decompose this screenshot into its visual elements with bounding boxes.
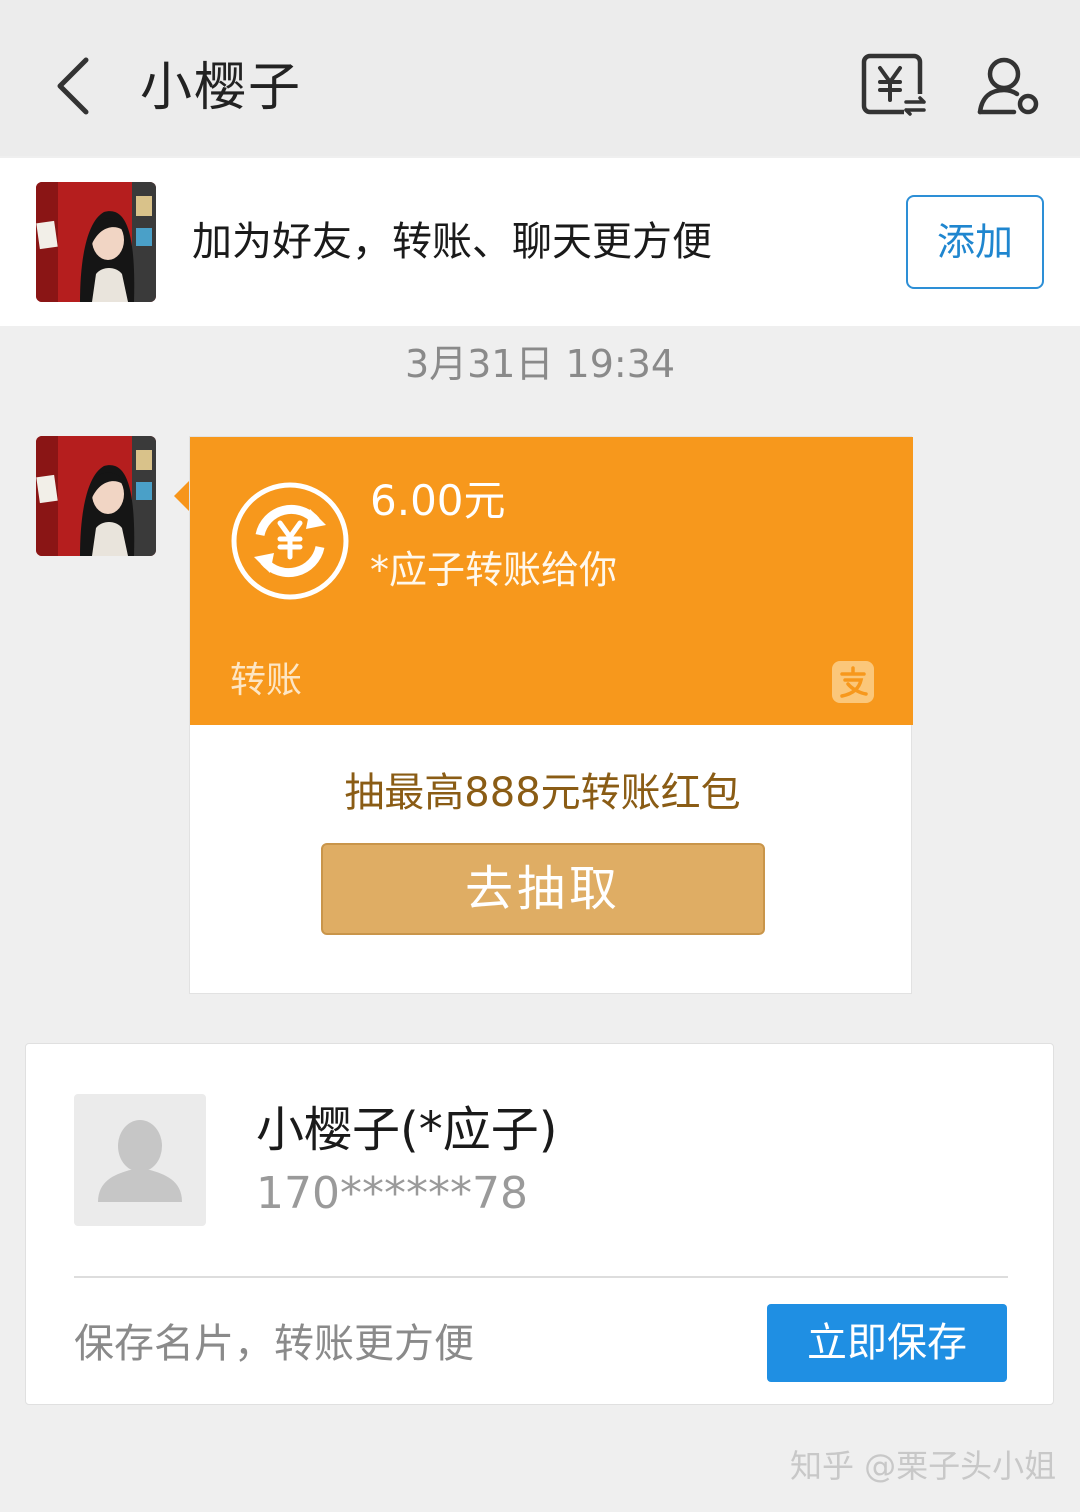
save-contact-hint: 保存名片，转账更方便	[74, 1321, 474, 1367]
top-bar: 小樱子	[0, 0, 1080, 156]
contact-phone: 170******78	[256, 1168, 528, 1219]
promo-text: 抽最高888元转账红包	[344, 770, 741, 816]
yuan-transfer-icon	[861, 53, 926, 116]
user-settings-icon	[977, 57, 1039, 115]
alipay-icon	[832, 661, 874, 703]
transfer-label: 转账	[230, 660, 303, 701]
watermark: 知乎 @栗子头小姐	[790, 1447, 1057, 1485]
contact-card: 小樱子(*应子) 170******78 保存名片，转账更方便 立即保存	[25, 1043, 1054, 1405]
page-title: 小樱子	[140, 58, 303, 118]
transfer-sender-text: *应子转账给你	[370, 548, 618, 592]
transfer-amount: 6.00元	[370, 476, 506, 525]
add-friend-hint: 加为好友，转账、聊天更方便	[192, 219, 712, 265]
transfer-card-header[interactable]: 6.00元 *应子转账给你 转账	[190, 437, 913, 725]
add-friend-button[interactable]: 添加	[906, 195, 1044, 289]
bubble-tail	[174, 480, 190, 512]
profile-settings-button[interactable]	[974, 52, 1044, 122]
message-timestamp: 3月31日 19:34	[404, 342, 676, 386]
back-button[interactable]	[44, 50, 108, 122]
divider	[74, 1276, 1008, 1278]
transfer-message-card[interactable]: 6.00元 *应子转账给你 转账 抽最高888元转账红包 去抽取	[189, 436, 913, 994]
draw-red-packet-button[interactable]: 去抽取	[321, 843, 765, 935]
sender-avatar[interactable]	[36, 436, 156, 556]
default-user-icon	[98, 1120, 182, 1202]
contact-name: 小樱子(*应子)	[256, 1102, 558, 1158]
contact-avatar	[74, 1094, 206, 1226]
avatar[interactable]	[36, 182, 156, 302]
chevron-left-icon	[57, 57, 89, 115]
transfer-circle-icon	[231, 482, 349, 600]
transfer-button[interactable]	[858, 50, 930, 122]
save-contact-button[interactable]: 立即保存	[767, 1304, 1007, 1382]
add-friend-banner: 加为好友，转账、聊天更方便 添加	[0, 158, 1080, 326]
